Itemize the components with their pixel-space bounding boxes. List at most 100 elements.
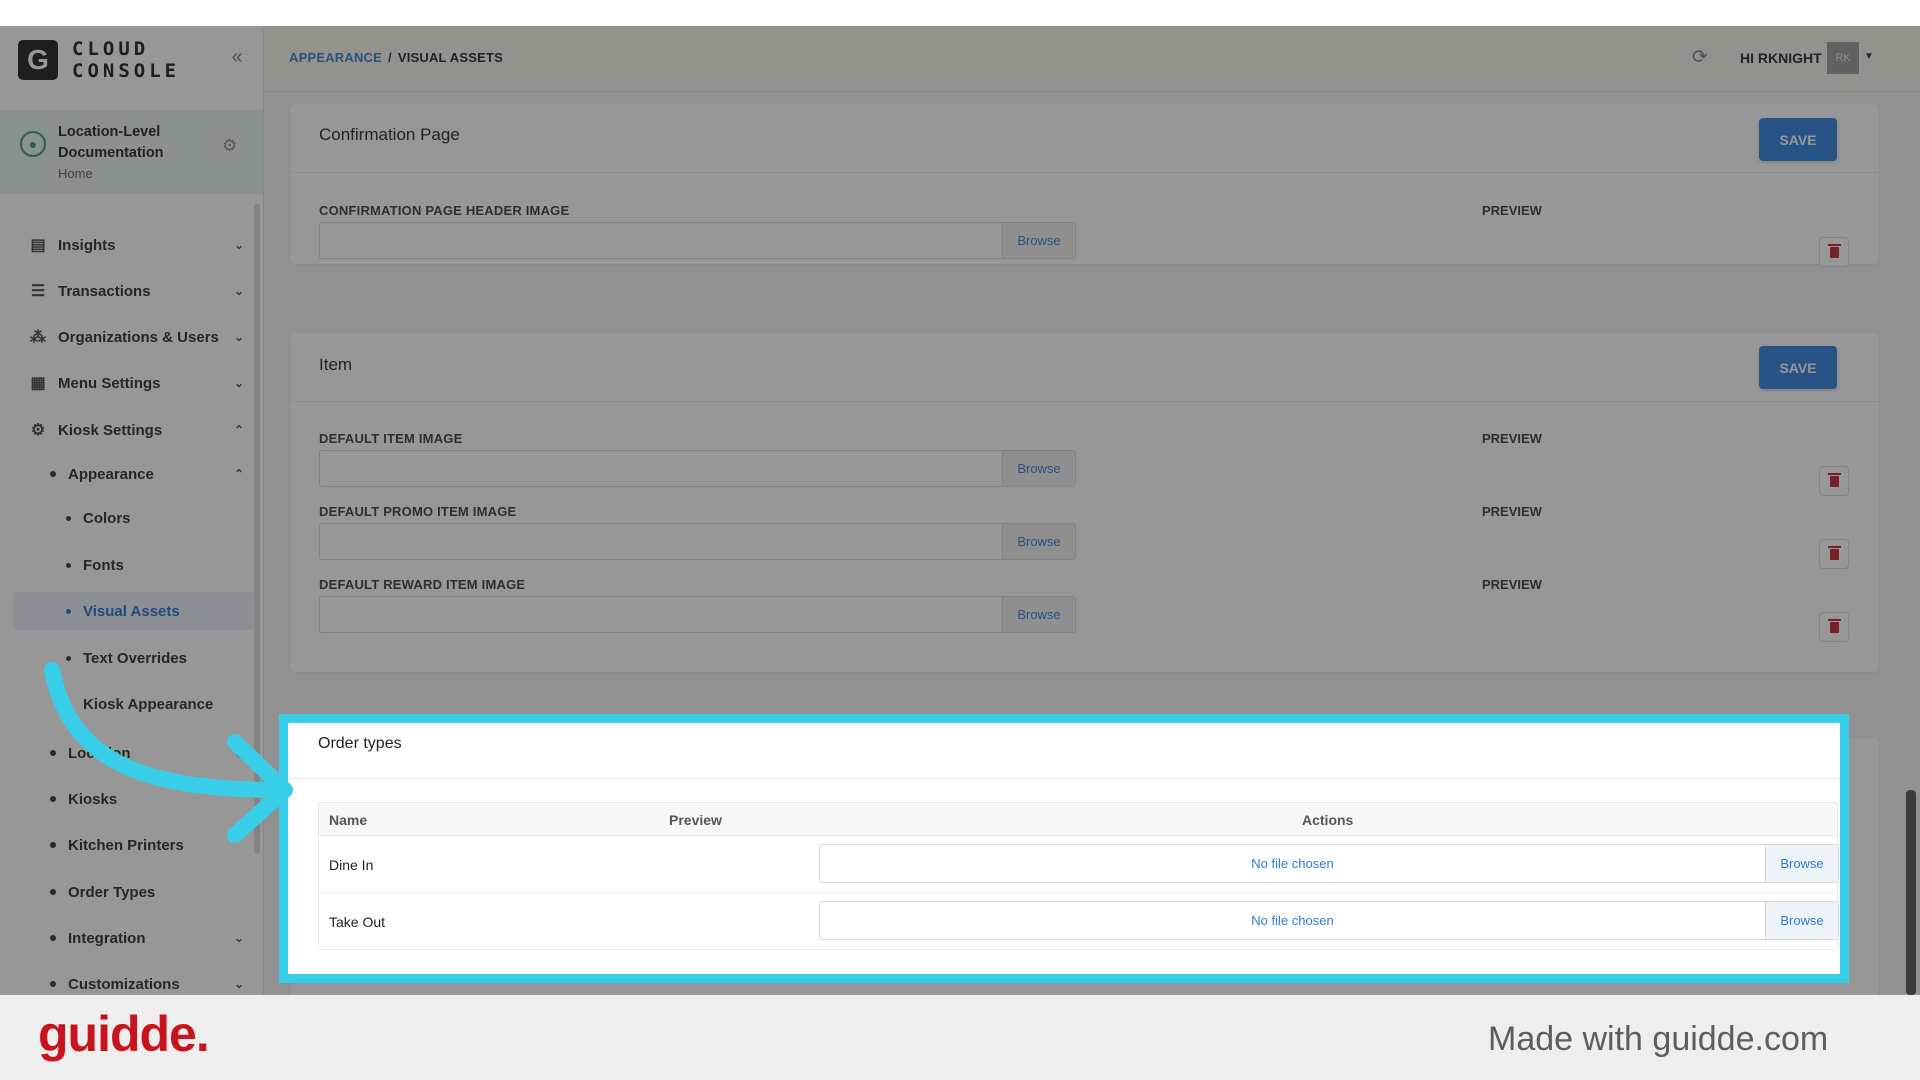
collapse-sidebar-icon[interactable]: « <box>226 46 248 68</box>
delete-icon[interactable] <box>1819 237 1849 267</box>
preview-label: PREVIEW <box>1482 504 1542 519</box>
bullet <box>50 981 56 987</box>
default-promo-item-image-input[interactable]: Browse <box>319 523 1076 560</box>
browse-button[interactable]: Browse <box>1002 524 1075 559</box>
menu-icon: ▦ <box>30 375 46 392</box>
preview-label: PREVIEW <box>1482 431 1542 446</box>
chevron-down-icon: ⌄ <box>233 977 244 991</box>
browse-button[interactable]: Browse <box>1002 223 1075 258</box>
sidebar-item-label: Insights <box>58 236 116 254</box>
guidde-logo: guidde. <box>38 1006 210 1062</box>
chevron-down-icon: ⌄ <box>233 376 244 390</box>
field-label: DEFAULT PROMO ITEM IMAGE <box>319 504 517 519</box>
confirmation-header-image-input[interactable]: Browse <box>319 222 1076 259</box>
bullet <box>66 562 71 568</box>
bullet <box>50 935 56 941</box>
top-header: APPEARANCE / VISUAL ASSETS ⟳ HI RKNIGHT RK… <box>264 26 1920 92</box>
item-card: Item SAVE DEFAULT ITEM IMAGE PREVIEW Bro… <box>290 333 1879 672</box>
sidebar-item-label: Transactions <box>58 282 151 300</box>
sidebar-item-customizations[interactable]: Customizations ⌄ <box>14 965 254 995</box>
breadcrumb: APPEARANCE / VISUAL ASSETS <box>289 50 503 65</box>
gear-icon: ⚙ <box>30 422 46 439</box>
browse-button[interactable]: Browse <box>1002 451 1075 486</box>
default-item-image-input[interactable]: Browse <box>319 450 1076 487</box>
browse-button[interactable]: Browse <box>1765 902 1838 939</box>
card-title: Confirmation Page <box>319 125 460 144</box>
page-scrollbar[interactable] <box>1906 790 1916 995</box>
insights-icon: ▤ <box>30 237 46 254</box>
avatar[interactable]: RK <box>1827 42 1859 74</box>
preview-label: PREVIEW <box>1482 203 1542 218</box>
org-tree-icon: ⁂ <box>30 329 46 346</box>
chevron-up-icon: ⌃ <box>233 423 244 437</box>
order-types-card: Order types Name Preview Actions Dine In… <box>279 714 1849 983</box>
breadcrumb-appearance-link[interactable]: APPEARANCE <box>289 50 382 65</box>
default-reward-item-image-input[interactable]: Browse <box>319 596 1076 633</box>
location-pin-icon: ● <box>20 131 46 157</box>
save-button[interactable]: SAVE <box>1759 118 1837 161</box>
divider <box>288 778 1840 779</box>
delete-icon[interactable] <box>1819 466 1849 496</box>
column-header-preview: Preview <box>669 812 722 828</box>
sidebar-item-appearance[interactable]: Appearance ⌃ <box>14 455 254 493</box>
sidebar-item-label: Fonts <box>83 556 124 574</box>
field-label: DEFAULT REWARD ITEM IMAGE <box>319 577 526 592</box>
confirmation-page-card: Confirmation Page SAVE CONFIRMATION PAGE… <box>290 104 1879 267</box>
sidebar-item-label: Appearance <box>68 465 154 483</box>
sidebar-item-label: Organizations & Users <box>58 328 219 346</box>
table-header: Name Preview Actions <box>318 802 1838 836</box>
breadcrumb-separator: / <box>388 50 392 65</box>
footer: guidde. Made with guidde.com <box>0 995 1920 1080</box>
location-card[interactable]: ● Location-Level Documentation Home ⚙ <box>0 110 263 194</box>
location-title: Location-Level Documentation <box>58 124 164 161</box>
order-type-name: Take Out <box>329 914 386 930</box>
preview-label: PREVIEW <box>1482 577 1542 592</box>
sidebar-item-colors[interactable]: Colors <box>14 499 254 537</box>
sidebar-item-transactions[interactable]: ☰ Transactions ⌄ <box>14 272 254 310</box>
sidebar-item-kiosk-settings[interactable]: ⚙ Kiosk Settings ⌃ <box>14 411 254 449</box>
sidebar-item-label: Kiosk Settings <box>58 421 163 439</box>
sidebar-item-label: Menu Settings <box>58 374 161 392</box>
table-row: Dine In No file chosen Browse <box>318 836 1839 893</box>
sidebar-item-visual-assets[interactable]: Visual Assets <box>14 592 254 630</box>
delete-icon[interactable] <box>1819 539 1849 569</box>
save-button[interactable]: SAVE <box>1759 346 1837 389</box>
sidebar-item-integration[interactable]: Integration ⌄ <box>14 919 254 957</box>
gear-icon[interactable]: ⚙ <box>222 136 237 156</box>
card-title: Item <box>319 355 353 374</box>
transactions-icon: ☰ <box>30 283 46 300</box>
sidebar-item-organizations[interactable]: ⁂ Organizations & Users ⌄ <box>14 318 254 356</box>
field-label: CONFIRMATION PAGE HEADER IMAGE <box>319 203 570 218</box>
sidebar-item-label: Integration <box>68 929 146 947</box>
sidebar-item-label: Colors <box>83 509 131 527</box>
logo: G CLOUD CONSOLE <box>18 38 180 82</box>
bullet <box>66 608 71 614</box>
made-with-text: Made with guidde.com <box>1488 1020 1829 1058</box>
bullet <box>50 889 56 895</box>
sidebar-item-fonts[interactable]: Fonts <box>14 546 254 584</box>
sidebar-item-menu-settings[interactable]: ▦ Menu Settings ⌄ <box>14 364 254 402</box>
delete-icon[interactable] <box>1819 612 1849 642</box>
logo-text: CLOUD CONSOLE <box>72 38 180 82</box>
bullet <box>50 471 56 477</box>
order-type-name: Dine In <box>329 857 374 873</box>
sidebar-item-label: Order Types <box>68 883 156 901</box>
file-input[interactable]: No file chosen Browse <box>819 844 1839 883</box>
logo-line-1: CLOUD <box>72 38 150 60</box>
chevron-up-icon: ⌃ <box>233 467 244 481</box>
divider <box>290 172 1879 173</box>
bullet <box>66 515 71 521</box>
browse-button[interactable]: Browse <box>1002 597 1075 632</box>
table-row: Take Out No file chosen Browse <box>318 893 1839 950</box>
logo-mark: G <box>18 40 58 80</box>
browse-button[interactable]: Browse <box>1765 845 1838 882</box>
sidebar-item-label: Customizations <box>68 975 180 993</box>
chevron-down-icon: ⌄ <box>233 284 244 298</box>
refresh-icon[interactable]: ⟳ <box>1692 46 1714 68</box>
user-menu-caret-icon[interactable]: ▼ <box>1864 51 1874 62</box>
breadcrumb-current: VISUAL ASSETS <box>397 50 504 65</box>
sidebar-item-label: Visual Assets <box>83 602 180 620</box>
sidebar-item-order-types[interactable]: Order Types <box>14 873 254 911</box>
sidebar-item-insights[interactable]: ▤ Insights ⌄ <box>14 226 254 264</box>
file-input[interactable]: No file chosen Browse <box>819 901 1839 940</box>
